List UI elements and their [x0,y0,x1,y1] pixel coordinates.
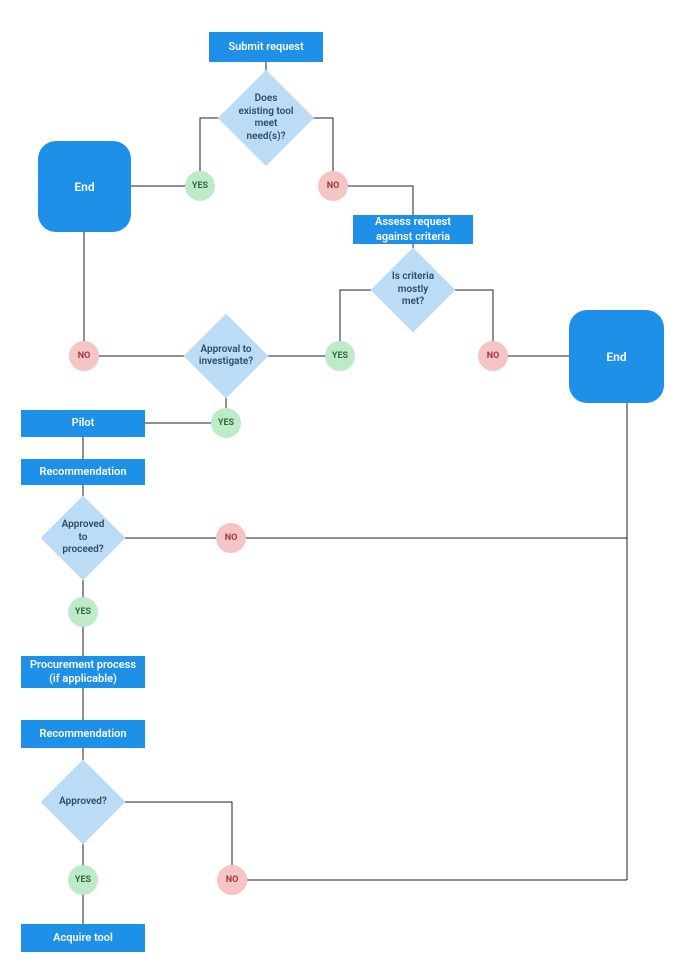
label: Pilot [72,416,95,430]
node-acquire-tool: Acquire tool [21,924,145,952]
node-existing-tool-decision: Does existing tool meet need(s)? [232,84,300,152]
node-pilot: Pilot [21,410,145,437]
label: End [606,350,626,364]
label: Submit request [228,40,303,54]
label: Recommendation [39,727,126,741]
node-recommendation-2: Recommendation [21,720,145,748]
node-end-left: End [38,141,131,232]
label: Assess request against criteria [359,215,467,244]
label: Is criteria mostly met? [389,271,437,309]
tag-yes: YES [68,597,98,627]
tag-no: NO [216,523,246,553]
tag-yes: YES [185,171,215,201]
node-approval-investigate-decision: Approval to investigate? [196,326,256,386]
node-procurement: Procurement process (if applicable) [21,656,145,688]
node-approved-decision: Approved? [53,772,113,832]
label: Does existing tool meet need(s)? [238,93,294,143]
node-assess-request: Assess request against criteria [353,215,473,244]
label: Approval to investigate? [199,344,253,369]
label: Recommendation [39,465,126,479]
tag-yes: YES [211,408,241,438]
label: Approved to proceed? [59,519,107,557]
node-submit-request: Submit request [209,32,323,62]
tag-no: NO [478,341,508,371]
label: Procurement process (if applicable) [27,658,139,687]
tag-yes: YES [68,865,98,895]
tag-no: NO [217,865,247,895]
node-approved-proceed-decision: Approved to proceed? [53,508,113,568]
node-recommendation-1: Recommendation [21,459,145,485]
tag-yes: YES [325,341,355,371]
label: End [74,180,94,194]
node-criteria-decision: Is criteria mostly met? [383,260,443,320]
tag-no: NO [318,171,348,201]
label: Approved? [59,796,107,809]
label: Acquire tool [53,931,113,945]
tag-no: NO [69,341,99,371]
node-end-right: End [569,310,664,403]
flowchart-canvas: Submit request Does existing tool meet n… [0,0,678,964]
